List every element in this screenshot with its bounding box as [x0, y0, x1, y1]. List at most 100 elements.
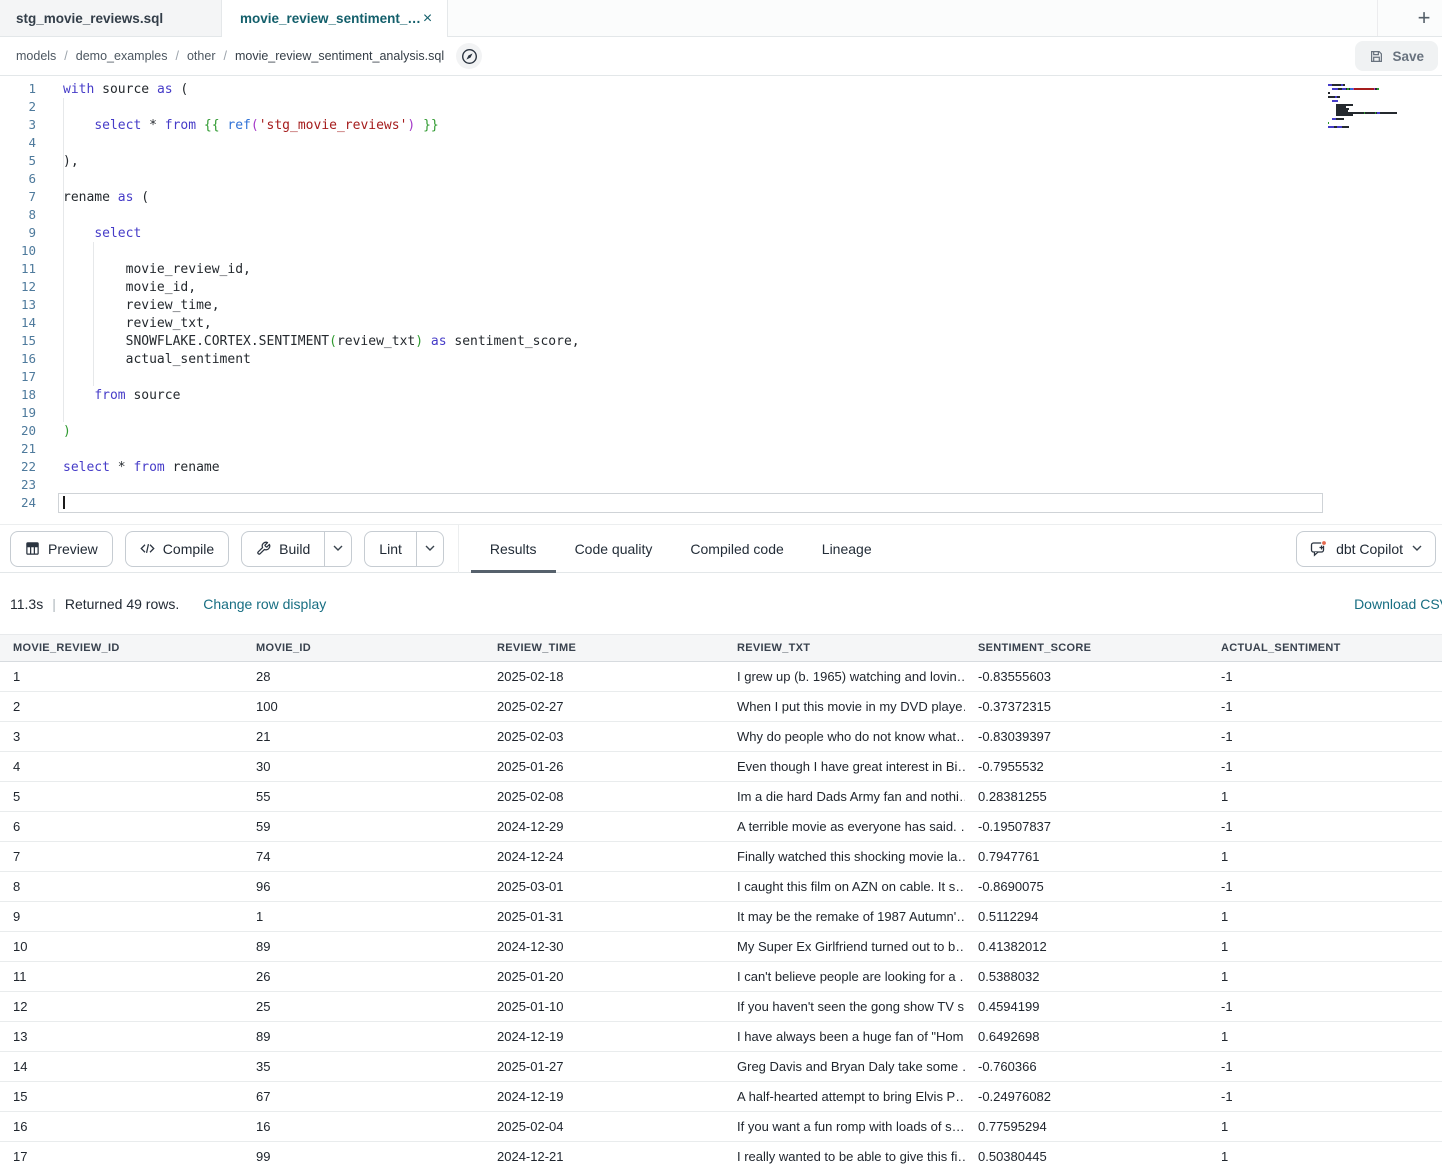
- review-text: I can't believe people are looking for a…: [737, 969, 965, 984]
- code-line[interactable]: 9 select: [0, 224, 1442, 242]
- code-line[interactable]: 1with source as (: [0, 80, 1442, 98]
- compile-button[interactable]: Compile: [125, 531, 229, 567]
- minimap[interactable]: [1328, 84, 1420, 132]
- review-text: A terrible movie as everyone has said. …: [737, 819, 965, 834]
- code-token: [63, 118, 94, 133]
- dbt-copilot-button[interactable]: dbt Copilot: [1296, 531, 1436, 567]
- close-icon[interactable]: ×: [421, 11, 434, 27]
- results-tab-results[interactable]: Results: [471, 525, 556, 573]
- code-token: }}: [423, 118, 439, 133]
- code-line[interactable]: 10: [0, 242, 1442, 260]
- breadcrumb-segment[interactable]: other: [187, 49, 216, 63]
- code-line[interactable]: 7rename as (: [0, 188, 1442, 206]
- sql-editor[interactable]: 1with source as (23 select * from {{ ref…: [0, 76, 1442, 524]
- code-line[interactable]: 13 review_time,: [0, 296, 1442, 314]
- table-cell: 0.6492698: [965, 1029, 1208, 1044]
- code-line[interactable]: 5),: [0, 152, 1442, 170]
- code-line[interactable]: 17: [0, 368, 1442, 386]
- line-number: 4: [0, 134, 36, 152]
- code-token: source: [94, 82, 157, 97]
- table-cell: -1: [1208, 699, 1442, 714]
- code-token: (: [173, 82, 189, 97]
- results-toolbar: Preview Compile Build L: [0, 524, 1442, 573]
- code-line[interactable]: 19: [0, 404, 1442, 422]
- line-number: 24: [0, 494, 36, 512]
- compile-code-icon: [140, 541, 155, 556]
- code-token: source: [126, 388, 181, 403]
- download-csv-link[interactable]: Download CSV: [1354, 596, 1442, 612]
- code-line[interactable]: 20): [0, 422, 1442, 440]
- line-number: 22: [0, 458, 36, 476]
- code-token: from: [165, 118, 196, 133]
- preview-button[interactable]: Preview: [10, 531, 113, 567]
- table-cell: 1: [0, 669, 243, 684]
- table-cell: -1: [1208, 759, 1442, 774]
- table-cell: 89: [243, 1029, 484, 1044]
- save-button[interactable]: Save: [1355, 41, 1438, 71]
- breadcrumb-segment[interactable]: demo_examples: [76, 49, 168, 63]
- code-line[interactable]: 23: [0, 476, 1442, 494]
- code-line[interactable]: 4: [0, 134, 1442, 152]
- review-text: I have always been a huge fan of "Hom…: [737, 1029, 965, 1044]
- table-cell: 2024-12-30: [484, 939, 724, 954]
- code-token: as: [157, 82, 173, 97]
- line-number: 20: [0, 422, 36, 440]
- table-cell: 0.4594199: [965, 999, 1208, 1014]
- breadcrumb-segment[interactable]: models: [16, 49, 56, 63]
- build-button[interactable]: Build: [242, 532, 324, 566]
- results-tab-compiled-code[interactable]: Compiled code: [671, 525, 802, 573]
- minimap-token: [1328, 96, 1335, 98]
- table-cell: 12: [0, 999, 243, 1014]
- minimap-token: [1328, 92, 1330, 94]
- line-number: 21: [0, 440, 36, 458]
- compass-icon-button[interactable]: [456, 43, 482, 69]
- code-line[interactable]: 2: [0, 98, 1442, 116]
- column-header: MOVIE_REVIEW_ID: [0, 642, 243, 654]
- line-number: 15: [0, 332, 36, 350]
- tab-movie-review-sentiment[interactable]: movie_review_sentiment_… ×: [222, 0, 448, 37]
- breadcrumb-segment[interactable]: movie_review_sentiment_analysis.sql: [235, 49, 444, 63]
- lint-split-button: Lint: [364, 531, 444, 567]
- code-token: [63, 280, 126, 295]
- editor-tabbar: stg_movie_reviews.sql movie_review_senti…: [0, 0, 1442, 37]
- code-line[interactable]: 6: [0, 170, 1442, 188]
- code-line[interactable]: 3 select * from {{ ref('stg_movie_review…: [0, 116, 1442, 134]
- code-line[interactable]: 18 from source: [0, 386, 1442, 404]
- code-line[interactable]: 22select * from rename: [0, 458, 1442, 476]
- code-token: rename: [63, 190, 118, 205]
- code-line[interactable]: 14 review_txt,: [0, 314, 1442, 332]
- table-cell: 2025-02-03: [484, 729, 724, 744]
- code-line[interactable]: 11 movie_review_id,: [0, 260, 1442, 278]
- results-tab-code-quality[interactable]: Code quality: [556, 525, 672, 573]
- lint-dropdown-button[interactable]: [416, 532, 443, 566]
- code-line[interactable]: 24: [0, 494, 1442, 512]
- build-dropdown-button[interactable]: [324, 532, 351, 566]
- table-cell: 67: [243, 1089, 484, 1104]
- table-cell: -1: [1208, 729, 1442, 744]
- code-line[interactable]: 8: [0, 206, 1442, 224]
- lint-button[interactable]: Lint: [365, 532, 416, 566]
- code-line[interactable]: 15 SNOWFLAKE.CORTEX.SENTIMENT(review_txt…: [0, 332, 1442, 350]
- code-line[interactable]: 16 actual_sentiment: [0, 350, 1442, 368]
- table-cell: Why do people who do not know what…: [724, 729, 965, 744]
- table-row: 912025-01-31It may be the remake of 1987…: [0, 902, 1442, 932]
- code-token: movie_id,: [126, 280, 196, 295]
- tab-stg-movie-reviews[interactable]: stg_movie_reviews.sql: [0, 0, 222, 36]
- table-cell: -0.8690075: [965, 879, 1208, 894]
- code-token: {{: [204, 118, 220, 133]
- change-row-display-link[interactable]: Change row display: [203, 596, 326, 612]
- review-text: Greg Davis and Bryan Daly take some …: [737, 1059, 965, 1074]
- table-cell: 2025-03-01: [484, 879, 724, 894]
- code-line[interactable]: 12 movie_id,: [0, 278, 1442, 296]
- save-icon: [1369, 49, 1384, 64]
- table-row: 13892024-12-19I have always been a huge …: [0, 1022, 1442, 1052]
- chevron-down-icon: [333, 545, 343, 552]
- code-token: movie_review_id,: [126, 262, 251, 277]
- table-cell: I can't believe people are looking for a…: [724, 969, 965, 984]
- code-line[interactable]: 21: [0, 440, 1442, 458]
- results-tab-lineage[interactable]: Lineage: [803, 525, 891, 573]
- new-tab-button[interactable]: +: [1406, 0, 1442, 36]
- line-number: 13: [0, 296, 36, 314]
- line-number: 1: [0, 80, 36, 98]
- breadcrumb-separator: /: [176, 49, 179, 63]
